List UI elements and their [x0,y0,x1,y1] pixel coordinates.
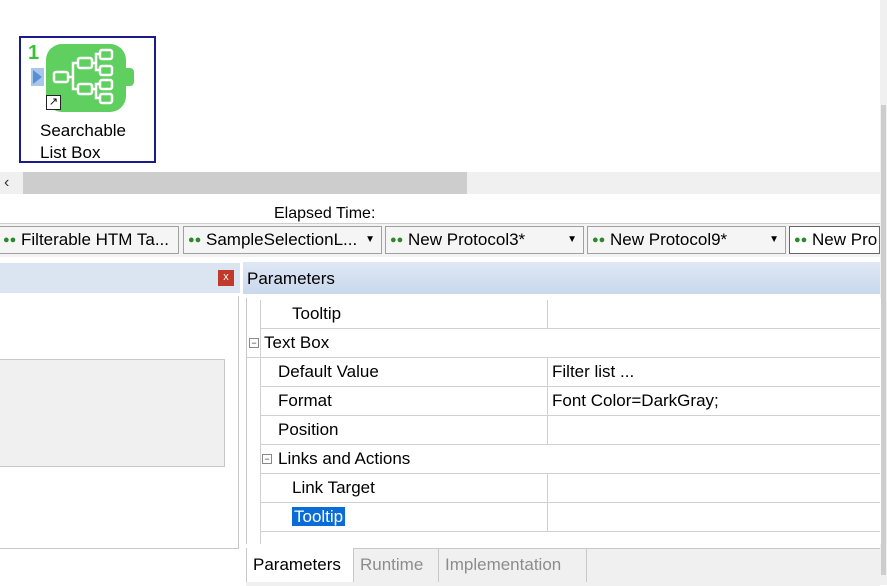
protocol-icon: ●● [592,234,606,246]
protocol-icon: ●● [3,234,17,246]
node-label-line2: List Box [40,143,101,162]
param-value[interactable] [547,474,552,502]
tab-parameters[interactable]: Parameters [246,548,354,582]
input-port-arrow-icon [33,70,42,84]
doc-tab-filterable[interactable]: ●● Filterable HTM Ta... [0,226,179,254]
param-name: Default Value [278,362,379,381]
close-icon[interactable]: x [218,270,234,286]
param-value[interactable] [547,300,552,328]
category-name: Text Box [264,333,330,352]
tab-implementation[interactable]: Implementation [439,548,587,582]
chevron-down-icon[interactable]: ▼ [769,227,779,253]
doc-tab-label: New Protocol3* [408,230,526,249]
collapse-icon[interactable]: − [262,454,272,464]
horizontal-scrollbar-thumb[interactable] [23,172,467,194]
node-label: Searchable List Box [40,120,126,164]
chevron-down-icon[interactable]: ▼ [365,227,375,253]
param-value[interactable] [547,416,552,444]
protocol-icon: ●● [390,234,404,246]
node-label-line1: Searchable [40,121,127,140]
vertical-scrollbar-thumb[interactable] [881,105,886,575]
selected-param-name[interactable]: Tooltip [292,507,346,526]
param-value[interactable]: Filter list ... [547,358,634,386]
param-row-default-value[interactable]: Default Value Filter list ... [260,358,880,387]
param-row-tooltip-selected[interactable]: Tooltip [260,503,880,532]
param-name: Tooltip [292,503,346,531]
chevron-down-icon[interactable]: ▼ [567,227,577,253]
doc-tab-label: Filterable HTM Ta... [21,230,170,249]
param-row-format[interactable]: Format Font Color=DarkGray; [260,387,880,416]
node-output-port[interactable] [124,68,134,86]
left-pane-panel [0,359,225,467]
doc-tab-new-pro[interactable]: ●● New Pro [789,226,880,254]
doc-tab-sampleselection[interactable]: ●● SampleSelectionL... ▼ [183,226,382,254]
protocol-icon: ●● [794,234,808,246]
doc-tab-label: SampleSelectionL... [206,230,358,249]
protocol-icon: ●● [188,234,202,246]
param-name: Tooltip [292,304,342,323]
scroll-left-arrow-icon[interactable]: ‹ [4,172,18,194]
collapse-icon[interactable]: − [249,338,259,348]
tab-runtime[interactable]: Runtime [354,548,439,582]
param-name: Format [278,391,332,410]
doc-tab-new-protocol3[interactable]: ●● New Protocol3* ▼ [385,226,584,254]
doc-tab-label: New Protocol9* [610,230,728,249]
param-row-tooltip[interactable]: Tooltip [260,300,880,329]
param-name: Position [278,420,339,439]
parameters-title: Parameters [247,269,335,288]
param-value[interactable]: Font Color=DarkGray; [547,387,719,415]
doc-tab-label: New Pro [812,230,878,249]
elapsed-time-label: Elapsed Time: [274,205,376,222]
param-row-position[interactable]: Position [260,416,880,445]
param-category-links-actions[interactable]: − Links and Actions [260,445,880,474]
param-category-text-box[interactable]: − Text Box [247,329,880,358]
param-name: Link Target [292,478,375,497]
left-pane-header [0,263,240,293]
parameters-header [243,262,880,294]
category-name: Links and Actions [278,449,411,468]
param-value[interactable] [547,503,552,531]
node-number: 1 [28,42,40,64]
param-row-link-target[interactable]: Link Target [260,474,880,503]
shortcut-arrow-icon: ↗ [46,95,61,110]
doc-tab-new-protocol9[interactable]: ●● New Protocol9* ▼ [587,226,786,254]
